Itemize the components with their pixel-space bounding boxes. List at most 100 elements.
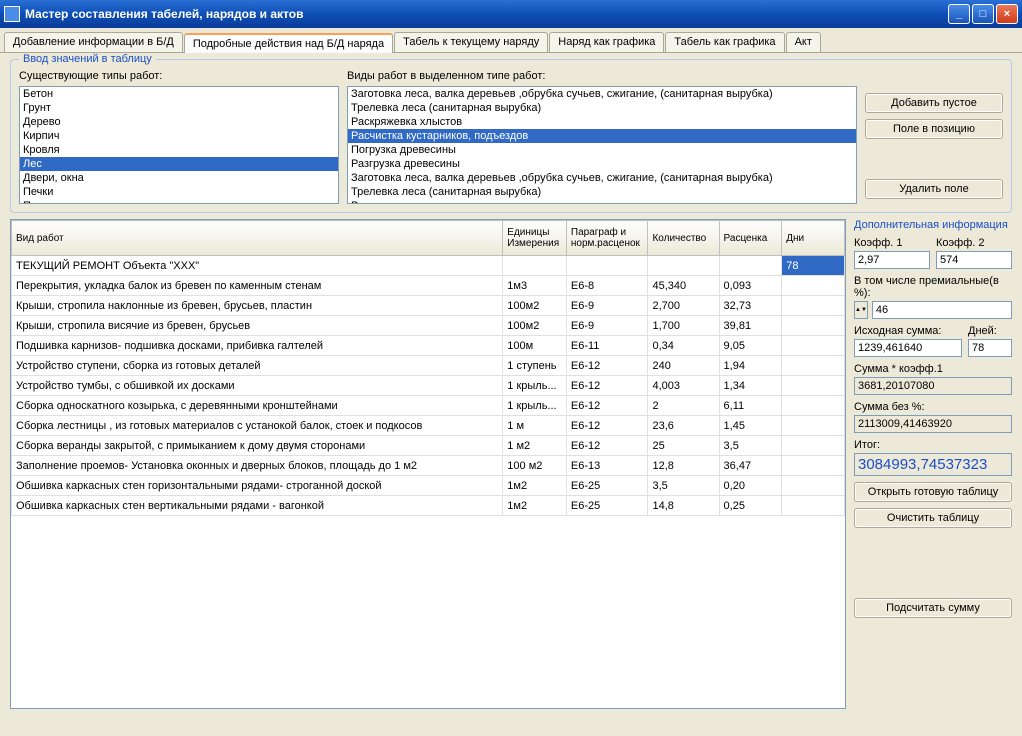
- cell[interactable]: [782, 476, 845, 496]
- table-row[interactable]: Устройство тумбы, с обшивкой их досками1…: [12, 376, 845, 396]
- cell[interactable]: [782, 276, 845, 296]
- cell[interactable]: 3,5: [648, 476, 719, 496]
- tab-1[interactable]: Подробные действия над Б/Д наряда: [184, 33, 393, 53]
- table-row[interactable]: Заполнение проемов- Установка оконных и …: [12, 456, 845, 476]
- table-row[interactable]: Сборка веранды закрытой, с примыканием к…: [12, 436, 845, 456]
- types-listbox[interactable]: БетонГрунтДеревоКирпичКровляЛесДвери, ок…: [19, 86, 339, 204]
- list-item[interactable]: Лес: [20, 157, 338, 171]
- cell[interactable]: 1 ступень: [503, 356, 567, 376]
- cell[interactable]: 78: [782, 256, 845, 276]
- cell[interactable]: 1 м2: [503, 436, 567, 456]
- cell[interactable]: Е6-12: [566, 436, 648, 456]
- days-input[interactable]: [968, 339, 1012, 357]
- cell[interactable]: ТЕКУЩИЙ РЕМОНТ Объекта "ХХХ": [12, 256, 503, 276]
- k1-input[interactable]: [854, 251, 930, 269]
- table-row[interactable]: Подшивка карнизов- подшивка досками, при…: [12, 336, 845, 356]
- cell[interactable]: 100м: [503, 336, 567, 356]
- table-row[interactable]: ТЕКУЩИЙ РЕМОНТ Объекта "ХХХ" 78: [12, 256, 845, 276]
- list-item[interactable]: Раскряжевка хлыстов: [348, 199, 856, 204]
- cell[interactable]: 45,340: [648, 276, 719, 296]
- tab-4[interactable]: Табель как графика: [665, 32, 784, 52]
- cell[interactable]: [719, 256, 782, 276]
- list-item[interactable]: Печки: [20, 185, 338, 199]
- cell[interactable]: 1,34: [719, 376, 782, 396]
- list-item[interactable]: Трелевка леса (санитарная вырубка): [348, 185, 856, 199]
- list-item[interactable]: Кровля: [20, 143, 338, 157]
- cell[interactable]: Е6-9: [566, 296, 648, 316]
- cell[interactable]: Е6-12: [566, 376, 648, 396]
- cell[interactable]: Устройство тумбы, с обшивкой их досками: [12, 376, 503, 396]
- cell[interactable]: [566, 256, 648, 276]
- cell[interactable]: Е6-12: [566, 416, 648, 436]
- cell[interactable]: 1м3: [503, 276, 567, 296]
- col-header[interactable]: Параграф и норм.расценок: [566, 221, 648, 256]
- cell[interactable]: 1 крыль...: [503, 376, 567, 396]
- list-item[interactable]: Грунт: [20, 101, 338, 115]
- cell[interactable]: Сборка веранды закрытой, с примыканием к…: [12, 436, 503, 456]
- cell[interactable]: [782, 316, 845, 336]
- calculate-button[interactable]: Подсчитать сумму: [854, 598, 1012, 618]
- cell[interactable]: 1,94: [719, 356, 782, 376]
- cell[interactable]: [782, 436, 845, 456]
- kinds-listbox[interactable]: Заготовка леса, валка деревьев ,обрубка …: [347, 86, 857, 204]
- cell[interactable]: Перекрытия, укладка балок из бревен по к…: [12, 276, 503, 296]
- col-header[interactable]: Расценка: [719, 221, 782, 256]
- cell[interactable]: 6,11: [719, 396, 782, 416]
- col-header[interactable]: Вид работ: [12, 221, 503, 256]
- list-item[interactable]: Разгрузка древесины: [348, 157, 856, 171]
- cell[interactable]: Е6-8: [566, 276, 648, 296]
- cell[interactable]: Подшивка карнизов- подшивка досками, при…: [12, 336, 503, 356]
- table-row[interactable]: Обшивка каркасных стен вертикальными ряд…: [12, 496, 845, 516]
- cell[interactable]: 36,47: [719, 456, 782, 476]
- table-row[interactable]: Сборка односкатного козырька, с деревянн…: [12, 396, 845, 416]
- field-to-position-button[interactable]: Поле в позицию: [865, 119, 1003, 139]
- cell[interactable]: 240: [648, 356, 719, 376]
- cell[interactable]: [782, 456, 845, 476]
- cell[interactable]: Устройство ступени, сборка из готовых де…: [12, 356, 503, 376]
- tab-5[interactable]: Акт: [786, 32, 821, 52]
- table-row[interactable]: Обшивка каркасных стен горизонтальными р…: [12, 476, 845, 496]
- list-item[interactable]: Кирпич: [20, 129, 338, 143]
- cell[interactable]: Е6-12: [566, 396, 648, 416]
- list-item[interactable]: Раскряжевка хлыстов: [348, 115, 856, 129]
- col-header[interactable]: Единицы Измерения: [503, 221, 567, 256]
- list-item[interactable]: Погрузка древесины: [348, 143, 856, 157]
- cell[interactable]: 1м2: [503, 476, 567, 496]
- cell[interactable]: 1,700: [648, 316, 719, 336]
- cell[interactable]: 12,8: [648, 456, 719, 476]
- col-header[interactable]: Количество: [648, 221, 719, 256]
- cell[interactable]: [782, 496, 845, 516]
- cell[interactable]: [782, 296, 845, 316]
- src-sum-input[interactable]: [854, 339, 962, 357]
- cell[interactable]: 23,6: [648, 416, 719, 436]
- cell[interactable]: Е6-25: [566, 476, 648, 496]
- cell[interactable]: 1 м: [503, 416, 567, 436]
- cell[interactable]: 1,45: [719, 416, 782, 436]
- table-row[interactable]: Сборка лестницы , из готовых материалов …: [12, 416, 845, 436]
- cell[interactable]: 0,34: [648, 336, 719, 356]
- cell[interactable]: 2,700: [648, 296, 719, 316]
- list-item[interactable]: Покраска: [20, 199, 338, 204]
- cell[interactable]: 0,25: [719, 496, 782, 516]
- minimize-button[interactable]: _: [948, 4, 970, 24]
- cell[interactable]: Обшивка каркасных стен вертикальными ряд…: [12, 496, 503, 516]
- cell[interactable]: 100м2: [503, 316, 567, 336]
- cell[interactable]: Крыши, стропила наклонные из бревен, бру…: [12, 296, 503, 316]
- cell[interactable]: 1м2: [503, 496, 567, 516]
- clear-table-button[interactable]: Очистить таблицу: [854, 508, 1012, 528]
- list-item[interactable]: Двери, окна: [20, 171, 338, 185]
- k2-input[interactable]: [936, 251, 1012, 269]
- list-item[interactable]: Дерево: [20, 115, 338, 129]
- cell[interactable]: 32,73: [719, 296, 782, 316]
- close-button[interactable]: ×: [996, 4, 1018, 24]
- open-table-button[interactable]: Открыть готовую таблицу: [854, 482, 1012, 502]
- list-item[interactable]: Заготовка леса, валка деревьев ,обрубка …: [348, 171, 856, 185]
- cell[interactable]: [503, 256, 567, 276]
- col-header[interactable]: Дни: [782, 221, 845, 256]
- list-item[interactable]: Бетон: [20, 87, 338, 101]
- maximize-button[interactable]: □: [972, 4, 994, 24]
- cell[interactable]: Сборка лестницы , из готовых материалов …: [12, 416, 503, 436]
- cell[interactable]: Крыши, стропила висячие из бревен, брусь…: [12, 316, 503, 336]
- cell[interactable]: 100м2: [503, 296, 567, 316]
- table-row[interactable]: Крыши, стропила висячие из бревен, брусь…: [12, 316, 845, 336]
